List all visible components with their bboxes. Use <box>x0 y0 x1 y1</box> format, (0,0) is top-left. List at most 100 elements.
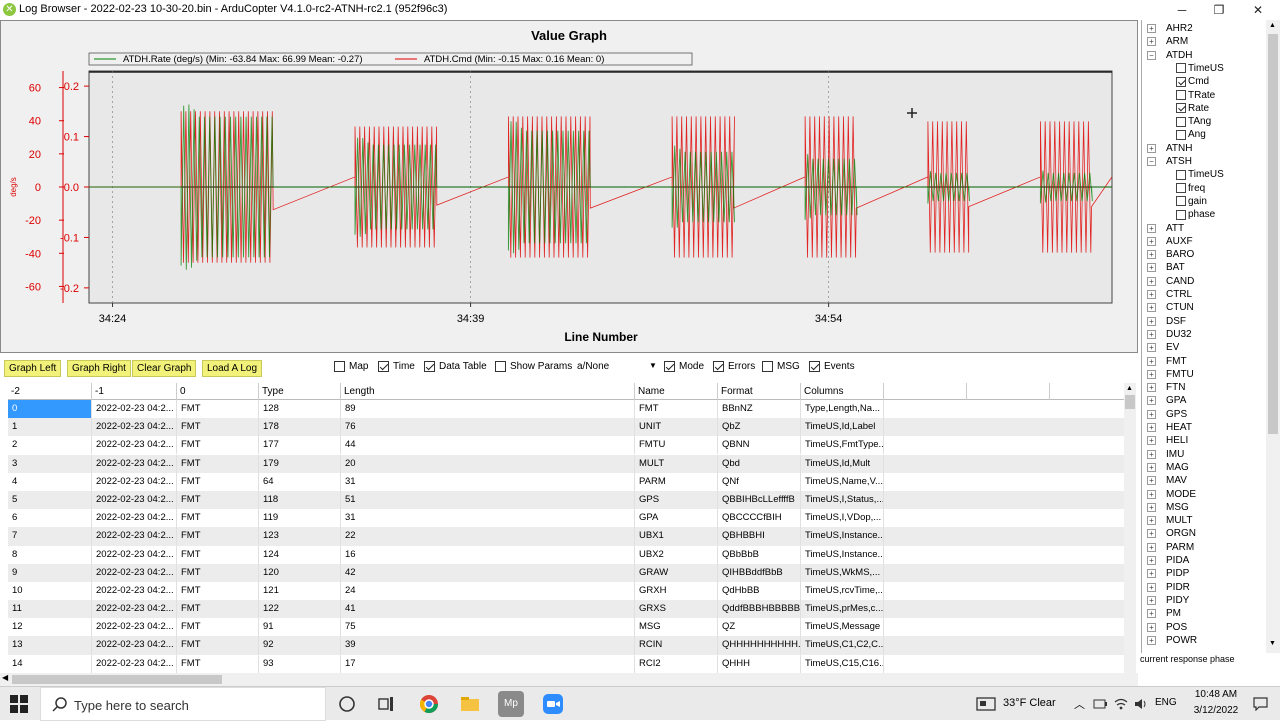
table-cell[interactable]: RCI2 <box>635 654 718 673</box>
tree-item[interactable]: + FMT <box>1147 355 1187 368</box>
data-table[interactable]: -2 -1 0 Type Length Name Format Columns 0 2022-0… <box>8 383 1124 673</box>
table-cell[interactable]: FMT <box>177 472 259 491</box>
tree-item[interactable]: + MAG <box>1147 461 1189 474</box>
tree-checkbox[interactable] <box>1176 169 1186 180</box>
expand-icon[interactable]: + <box>1147 556 1156 565</box>
table-cell[interactable]: QBHBBHI <box>718 527 801 546</box>
table-cell[interactable]: BBnNZ <box>718 400 801 418</box>
table-cell[interactable]: 31 <box>341 472 635 491</box>
table-cell[interactable]: 4 <box>8 472 92 491</box>
table-cell[interactable]: TimeUS,I,Status,... <box>801 490 884 509</box>
table-cell[interactable]: 6 <box>8 509 92 528</box>
column-header[interactable]: 0 <box>177 383 259 400</box>
expand-icon[interactable]: + <box>1147 502 1156 512</box>
expand-icon[interactable]: + <box>1147 609 1156 619</box>
expand-icon[interactable]: + <box>1147 236 1156 246</box>
checkbox-errors[interactable]: Errors <box>713 361 755 372</box>
table-cell[interactable]: FMT <box>177 545 259 564</box>
notifications-icon[interactable] <box>1253 697 1268 711</box>
news-weather-icon[interactable] <box>976 697 996 711</box>
column-header[interactable]: Name <box>635 383 718 400</box>
tree-item[interactable]: + GPA <box>1147 394 1186 407</box>
table-cell[interactable]: TimeUS,rcvTime,... <box>801 581 884 600</box>
column-header[interactable]: -1 <box>92 383 177 400</box>
scroll-up-icon[interactable]: ▲ <box>1269 22 1276 29</box>
tree-item[interactable]: + ATNH <box>1147 142 1192 155</box>
checkbox-box[interactable] <box>809 361 820 372</box>
expand-icon[interactable]: + <box>1147 276 1156 286</box>
tree-item[interactable]: + MAV <box>1147 474 1187 487</box>
table-cell[interactable]: 17 <box>341 654 635 673</box>
volume-icon[interactable] <box>1134 697 1148 711</box>
checkbox-mode[interactable]: Mode <box>664 361 704 372</box>
tree-item[interactable]: + PIDP <box>1147 567 1189 580</box>
tree-checkbox[interactable] <box>1176 116 1186 127</box>
table-cell[interactable]: FMT <box>177 563 259 582</box>
table-cell[interactable]: 93 <box>259 654 341 673</box>
tree-item[interactable]: + EV <box>1147 341 1179 354</box>
table-cell[interactable]: 13 <box>8 636 92 655</box>
expand-icon[interactable]: + <box>1147 516 1156 526</box>
expand-icon[interactable]: + <box>1147 356 1156 366</box>
checkbox-box[interactable] <box>664 361 675 372</box>
tree-checkbox[interactable] <box>1176 103 1186 114</box>
tree-item[interactable]: + CTRL <box>1147 288 1192 301</box>
expand-icon[interactable]: + <box>1147 37 1156 47</box>
tree-item[interactable]: gain <box>1176 195 1207 208</box>
table-cell[interactable]: 120 <box>259 563 341 582</box>
graph-right-button[interactable]: Graph Right <box>67 360 131 377</box>
mission-planner-icon[interactable]: Mp <box>498 691 524 717</box>
tree-item[interactable]: + ORGN <box>1147 527 1196 540</box>
scroll-down-icon[interactable]: ▼ <box>1269 640 1276 647</box>
checkbox-box[interactable] <box>424 361 435 372</box>
checkbox-box[interactable] <box>378 361 389 372</box>
table-cell[interactable]: 2022-02-23 04:2... <box>92 490 177 509</box>
expand-icon[interactable]: + <box>1147 423 1156 432</box>
tree-item[interactable]: + BAT <box>1147 261 1185 274</box>
table-cell[interactable]: 8 <box>8 545 92 564</box>
table-cell[interactable]: FMT <box>177 581 259 600</box>
tree-item[interactable]: Cmd <box>1176 75 1209 88</box>
table-cell[interactable]: 128 <box>259 400 341 418</box>
taskbar-search-input[interactable]: Type here to search <box>40 687 326 721</box>
tree-item[interactable]: Ang <box>1176 128 1206 141</box>
column-header[interactable]: Columns <box>801 383 884 400</box>
table-cell[interactable]: GRXS <box>635 600 718 619</box>
tree-checkbox[interactable] <box>1176 183 1186 194</box>
table-cell[interactable]: MULT <box>635 454 718 473</box>
table-cell[interactable]: TimeUS,Id,Label <box>801 418 884 437</box>
checkbox-show-params[interactable]: Show Params <box>495 361 572 372</box>
table-cell[interactable]: FMT <box>177 654 259 673</box>
expand-icon[interactable]: + <box>1147 595 1156 605</box>
table-cell[interactable]: 41 <box>341 600 635 619</box>
column-header[interactable]: Format <box>718 383 801 400</box>
tree-item[interactable]: TAng <box>1176 115 1211 128</box>
expand-icon[interactable]: + <box>1147 143 1156 153</box>
table-row[interactable]: 6 2022-02-23 04:2... FMT 119 31 GPA QBCCCCfBIH… <box>8 509 1124 528</box>
table-row[interactable]: 9 2022-02-23 04:2... FMT 120 42 GRAW QIHBBddfB… <box>8 563 1124 582</box>
table-cell[interactable]: 51 <box>341 490 635 509</box>
table-cell[interactable]: TimeUS,Message <box>801 618 884 637</box>
collapse-icon[interactable]: − <box>1147 50 1156 60</box>
expand-icon[interactable]: + <box>1147 290 1156 299</box>
table-horizontal-scrollbar[interactable]: ◀ <box>0 673 1138 686</box>
task-view-icon[interactable] <box>375 693 397 715</box>
table-cell[interactable]: 2022-02-23 04:2... <box>92 436 177 455</box>
table-cell[interactable]: Qbd <box>718 454 801 473</box>
clock-date[interactable]: 3/12/2022 <box>1186 705 1246 716</box>
table-cell[interactable]: 2022-02-23 04:2... <box>92 636 177 655</box>
tree-item[interactable]: + CTUN <box>1147 301 1194 314</box>
table-cell[interactable]: UBX2 <box>635 545 718 564</box>
expand-icon[interactable]: + <box>1147 569 1156 579</box>
value-graph-panel[interactable]: Value Graph ATDH.Rate (deg/s) (Min: -63.8… <box>0 20 1138 353</box>
tree-item[interactable]: + HEAT <box>1147 421 1192 434</box>
expand-icon[interactable]: + <box>1147 24 1156 33</box>
expand-icon[interactable]: + <box>1147 223 1156 233</box>
table-cell[interactable]: 92 <box>259 636 341 655</box>
checkbox-box[interactable] <box>495 361 506 372</box>
scroll-left-icon[interactable]: ◀ <box>2 673 8 682</box>
tree-checkbox[interactable] <box>1176 90 1186 100</box>
table-cell[interactable]: 64 <box>259 472 341 491</box>
table-row[interactable]: 2 2022-02-23 04:2... FMT 177 44 FMTU QBNN TimeU… <box>8 436 1124 455</box>
tree-item[interactable]: + ATT <box>1147 222 1184 235</box>
